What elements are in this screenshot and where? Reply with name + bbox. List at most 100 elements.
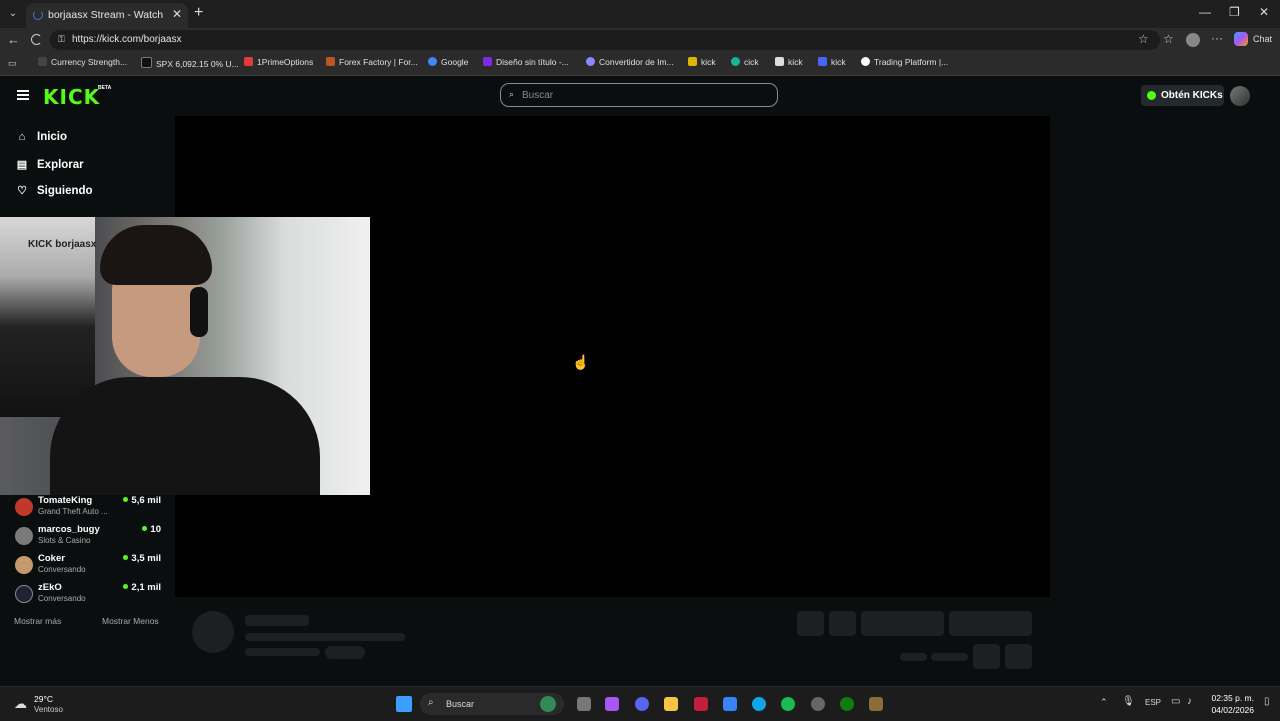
close-window-button[interactable]: ✕ xyxy=(1259,5,1269,19)
new-tab-button[interactable]: + xyxy=(194,4,203,22)
bookmark-forexfactory[interactable]: Forex Factory | For... xyxy=(326,57,418,67)
windows-taskbar: ☁ 29°C Ventoso ⌕ Buscar ⌃ 🎙 ESP ▭ ♪ 02:3… xyxy=(0,686,1280,721)
bookmark-icon xyxy=(688,57,697,66)
bookmark-icon xyxy=(775,57,784,66)
browser-tab[interactable]: borjaasx Stream - Watch Live on K ✕ xyxy=(26,3,188,28)
weather-status: Ventoso xyxy=(34,705,63,714)
favorite-star-icon[interactable]: ☆ xyxy=(1138,32,1149,46)
bookmark-google[interactable]: Google xyxy=(428,57,468,67)
kick-page: KICK BETA ⌕ Buscar Obtén KICKs ⌂ Inicio ▤… xyxy=(0,76,1280,686)
channel-viewers: 2,1 mil xyxy=(123,582,161,593)
search-input[interactable]: ⌕ Buscar xyxy=(500,83,778,107)
bookmark-primeoptions[interactable]: 1PrimeOptions xyxy=(244,57,313,67)
channel-category: Conversando xyxy=(38,594,86,603)
channel-category: Conversando xyxy=(38,565,86,574)
user-avatar[interactable] xyxy=(1230,86,1250,106)
search-placeholder: Buscar xyxy=(522,90,554,101)
home-icon: ⌂ xyxy=(18,131,26,143)
reload-icon[interactable] xyxy=(31,34,42,45)
channel-viewers: 3,5 mil xyxy=(123,553,161,564)
channel-name: Coker xyxy=(38,553,65,564)
nav-inicio[interactable]: ⌂ Inicio xyxy=(15,131,67,143)
search-highlight-icon xyxy=(540,696,556,712)
show-less-link[interactable]: Mostrar Menos xyxy=(102,616,159,626)
channel-category: Slots & Casino xyxy=(38,536,91,545)
microphone-icon[interactable]: 🎙 xyxy=(1122,696,1135,707)
url-text: https://kick.com/borjaasx xyxy=(72,34,182,45)
kick-logo[interactable]: KICK xyxy=(43,85,100,109)
headset xyxy=(190,287,208,337)
skeleton-button xyxy=(861,611,944,636)
restore-button[interactable]: ❐ xyxy=(1229,5,1240,19)
workspaces-icon[interactable]: ▭ xyxy=(8,58,17,69)
more-options-icon[interactable]: ··· xyxy=(1211,31,1223,45)
xbox-icon[interactable] xyxy=(840,697,854,711)
profile-icon[interactable] xyxy=(1186,33,1200,47)
channel-category: Grand Theft Auto ... xyxy=(38,507,108,516)
file-explorer-icon[interactable] xyxy=(664,697,678,711)
tab-title: borjaasx Stream - Watch Live on K xyxy=(48,9,166,21)
chat-label[interactable]: Chat xyxy=(1253,34,1272,44)
store-icon[interactable] xyxy=(723,697,737,711)
clock-time[interactable]: 02:35 p. m. xyxy=(1209,693,1254,703)
bookmark-kick-3[interactable]: kick xyxy=(818,57,846,67)
chevron-up-icon[interactable]: ⌃ xyxy=(1100,697,1108,708)
browser-toolbar: ← ⚿ https://kick.com/borjaasx ☆ ☆ ··· Ch… xyxy=(0,28,1280,52)
bookmark-spx[interactable]: SPX 6,092.15 0% U... xyxy=(141,57,239,69)
app-icon[interactable] xyxy=(811,697,825,711)
bookmark-icon xyxy=(818,57,827,66)
nav-explorar[interactable]: ▤ Explorar xyxy=(15,158,84,171)
kicks-icon xyxy=(1147,91,1156,100)
tab-list-button[interactable]: ⌄ xyxy=(5,6,21,22)
address-bar[interactable]: ⚿ https://kick.com/borjaasx ☆ xyxy=(50,30,1160,50)
show-more-link[interactable]: Mostrar más xyxy=(14,616,61,626)
close-tab-icon[interactable]: ✕ xyxy=(172,7,182,21)
nav-siguiendo[interactable]: ♡ Siguiendo xyxy=(15,184,93,197)
channel-avatar xyxy=(15,585,33,603)
channel-avatar xyxy=(15,556,33,574)
game-icon[interactable] xyxy=(869,697,883,711)
bookmark-currency[interactable]: Currency Strength... xyxy=(38,57,127,67)
site-info-icon[interactable]: ⚿ xyxy=(58,34,65,45)
search-icon: ⌕ xyxy=(509,89,515,99)
channel-viewers: 5,6 mil xyxy=(123,495,161,506)
bookmark-kick-2[interactable]: kick xyxy=(775,57,803,67)
spotify-icon[interactable] xyxy=(781,697,795,711)
start-icon[interactable] xyxy=(396,696,412,712)
menu-icon[interactable] xyxy=(17,90,29,100)
task-view-icon[interactable] xyxy=(577,697,591,711)
notifications-icon[interactable]: ▯ xyxy=(1264,696,1270,707)
language-indicator[interactable]: ESP xyxy=(1145,698,1161,707)
copilot-icon[interactable] xyxy=(605,697,619,711)
channel-name: marcos_bugy xyxy=(38,524,100,535)
favorites-icon[interactable]: ☆ xyxy=(1163,32,1174,46)
back-button[interactable]: ← xyxy=(7,32,20,47)
app-icon[interactable] xyxy=(694,697,708,711)
volume-icon[interactable]: ♪ xyxy=(1187,696,1192,707)
skeleton-button xyxy=(797,611,824,636)
hand-cursor-icon: ☝ xyxy=(572,354,590,370)
bookmark-diseno[interactable]: Diseño sin título -... xyxy=(483,57,569,67)
browser-tab-strip: ⌄ borjaasx Stream - Watch Live on K ✕ + … xyxy=(0,0,1280,28)
minimize-button[interactable]: — xyxy=(1199,5,1211,19)
heart-icon: ♡ xyxy=(17,185,27,197)
bookmark-kick-1[interactable]: kick xyxy=(688,57,716,67)
skeleton-line xyxy=(245,633,405,641)
webcam-overlay: KICK borjaasx xyxy=(0,217,370,495)
taskbar-search[interactable]: ⌕ Buscar xyxy=(420,693,564,715)
bookmark-cick[interactable]: cick xyxy=(731,57,759,67)
streamer-shirt xyxy=(50,377,320,495)
channel-name: zEkO xyxy=(38,582,62,593)
edge-icon[interactable] xyxy=(752,697,766,711)
weather-icon[interactable]: ☁ xyxy=(14,696,27,712)
skeleton-button xyxy=(949,611,1032,636)
google-icon xyxy=(428,57,437,66)
copilot-icon[interactable] xyxy=(1234,32,1248,46)
get-kicks-button[interactable]: Obtén KICKs xyxy=(1141,85,1224,106)
bookmark-trading[interactable]: Trading Platform |... xyxy=(861,57,948,67)
bookmark-convertidor[interactable]: Convertidor de Im... xyxy=(586,57,674,67)
network-icon[interactable]: ▭ xyxy=(1171,696,1180,707)
clock-date[interactable]: 04/02/2026 xyxy=(1209,705,1254,715)
loading-icon xyxy=(33,10,43,20)
discord-icon[interactable] xyxy=(635,697,649,711)
